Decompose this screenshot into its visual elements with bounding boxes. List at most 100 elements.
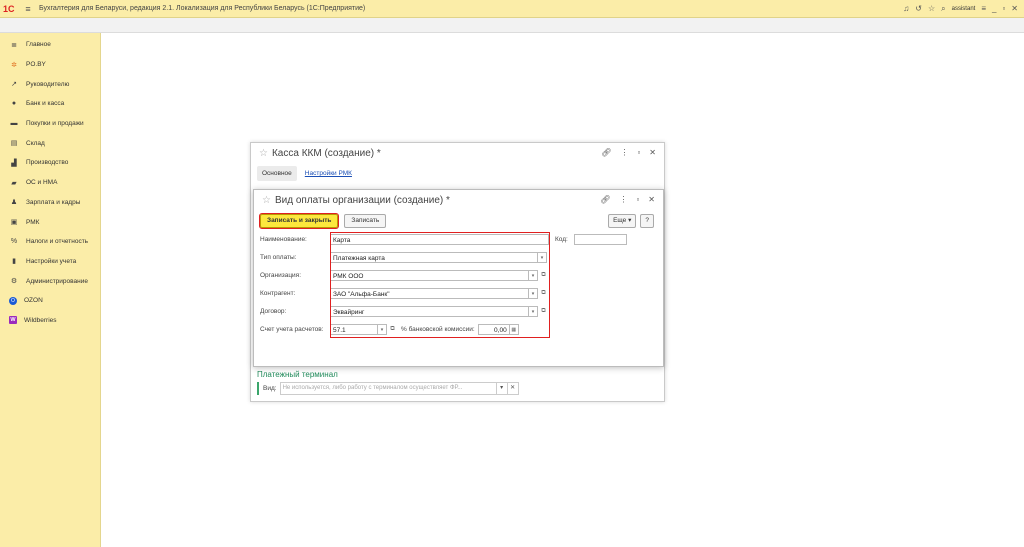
section-title: Платежный терминал — [257, 370, 338, 379]
user-name[interactable]: assistant — [952, 6, 976, 12]
window-header: ☆ Вид оплаты организации (создание) * — [262, 195, 450, 206]
field-label: Организация: — [260, 272, 302, 279]
dropdown-icon[interactable]: ▾ — [538, 252, 547, 263]
calculator-icon[interactable]: ▦ — [509, 324, 519, 335]
more-label: Еще — [613, 217, 627, 224]
title-bar: 1С ≡ Бухгалтерия для Беларуси, редакция … — [0, 0, 1024, 18]
restore-icon[interactable]: ▫ — [1002, 4, 1005, 13]
more-vertical-icon[interactable]: ⋮ — [619, 195, 627, 204]
warehouse-icon: ▤ — [10, 140, 18, 148]
contract-input[interactable]: Эквайринг — [330, 306, 529, 317]
close-icon[interactable]: ✕ — [648, 195, 655, 204]
sidebar-item-label: Покупки и продажи — [26, 120, 84, 128]
link-icon[interactable]: 🔗︎ — [600, 195, 610, 204]
minimize-icon[interactable]: _ — [992, 4, 996, 13]
dropdown-icon[interactable]: ▾ — [529, 288, 538, 299]
sidebar-item-production[interactable]: ▟ Производство — [0, 153, 100, 173]
toolbar-right: Еще ▾ ? — [608, 214, 654, 228]
name-input[interactable]: Карта — [330, 234, 549, 245]
sun-icon: ✲ — [11, 61, 17, 69]
help-button[interactable]: ? — [640, 214, 654, 228]
field-label: Код: — [555, 236, 568, 243]
sidebar-item-label: PO.BY — [26, 61, 46, 69]
sidebar-item-label: Настройки учета — [26, 257, 77, 265]
more-vertical-icon[interactable]: ⋮ — [620, 148, 628, 157]
account-row: Счет учета расчетов: 57.1 ▾ ⧉ % банковск… — [260, 324, 519, 335]
more-button[interactable]: Еще ▾ — [608, 214, 637, 228]
tab-main[interactable]: Основное — [257, 166, 297, 181]
sidebar-item-bank[interactable]: ● Банк и касса — [0, 94, 100, 114]
tabs-strip — [0, 18, 1024, 33]
sidebar-item-wildberries[interactable]: W Wildberries — [0, 311, 100, 331]
terminal-type-input[interactable]: Не используется, либо работу с терминало… — [279, 382, 497, 395]
sidebar-item-warehouse[interactable]: ▤ Склад — [0, 133, 100, 153]
field-label: Вид: — [263, 385, 277, 392]
sidebar-item-ozon[interactable]: O OZON — [0, 291, 100, 311]
contractor-row: Контрагент: ЗАО "Альфа-Банк" ▾ ⧉ — [260, 288, 548, 299]
field-label: Договор: — [260, 308, 287, 315]
sidebar-item-poby[interactable]: ✲ PO.BY — [0, 55, 100, 75]
wildberries-icon: W — [9, 316, 17, 325]
bell-icon[interactable]: ♫ — [903, 4, 909, 13]
organization-input[interactable]: РМК ООО — [330, 270, 529, 281]
code-input[interactable] — [573, 234, 627, 245]
book-icon: ▮ — [12, 258, 16, 266]
ozon-icon: O — [9, 296, 17, 305]
sidebar-item-label: OZON — [24, 297, 43, 305]
sidebar-item-rmk[interactable]: ▣ РМК — [0, 212, 100, 232]
field-label: Наименование: — [260, 236, 307, 243]
contract-row: Договор: Эквайринг ▾ ⧉ — [260, 306, 548, 317]
tab-rmk-settings[interactable]: Настройки РМК — [305, 170, 352, 177]
open-link-icon[interactable]: ⧉ — [388, 324, 397, 335]
sidebar-item-salary[interactable]: ♟ Зарплата и кадры — [0, 193, 100, 213]
maximize-icon[interactable]: ▫ — [637, 148, 640, 157]
dropdown-icon[interactable]: ▾ — [496, 382, 508, 395]
payment-type-input[interactable]: Платежная карта — [330, 252, 538, 263]
factory-icon: ▟ — [11, 159, 17, 167]
menu-icon[interactable]: ≡ — [21, 4, 35, 14]
cart-icon: ▬ — [10, 120, 18, 128]
payment-type-row: Тип оплаты: Платежная карта ▾ — [260, 252, 547, 263]
save-and-close-button[interactable]: Записать и закрыть — [258, 213, 340, 229]
link-icon[interactable]: 🔗︎ — [601, 148, 611, 157]
sidebar-item-admin[interactable]: ⚙ Администрирование — [0, 271, 100, 291]
sidebar-item-accounting-settings[interactable]: ▮ Настройки учета — [0, 252, 100, 272]
percent-icon: % — [10, 238, 18, 246]
save-button[interactable]: Записать — [344, 214, 387, 228]
history-icon[interactable]: ↺ — [915, 4, 922, 13]
favorite-star-icon[interactable]: ☆ — [259, 148, 268, 159]
open-link-icon[interactable]: ⧉ — [539, 270, 548, 281]
open-link-icon[interactable]: ⧉ — [539, 306, 548, 317]
dropdown-icon[interactable]: ▾ — [378, 324, 387, 335]
toolbar: Записать и закрыть Записать — [258, 213, 387, 229]
window-controls: 🔗︎ ⋮ ▫ ✕ — [601, 148, 656, 157]
field-label: Контрагент: — [260, 290, 296, 297]
contractor-input[interactable]: ЗАО "Альфа-Банк" — [330, 288, 529, 299]
terminal-type-row: Вид: Не используется, либо работу с терм… — [257, 382, 519, 395]
sidebar-item-assets[interactable]: ▰ ОС и НМА — [0, 173, 100, 193]
sidebar-item-purchases[interactable]: ▬ Покупки и продажи — [0, 114, 100, 134]
settings-menu-icon[interactable]: ≡ — [981, 4, 986, 13]
close-icon[interactable]: ✕ — [649, 148, 656, 157]
organization-row: Организация: РМК ООО ▾ ⧉ — [260, 270, 548, 281]
maximize-icon[interactable]: ▫ — [636, 195, 639, 204]
sidebar-item-main[interactable]: ≣ Главное — [0, 35, 100, 55]
dropdown-icon[interactable]: ▾ — [529, 306, 538, 317]
sidebar-item-director[interactable]: ↗ Руководителю — [0, 74, 100, 94]
field-label: Счет учета расчетов: — [260, 326, 324, 333]
highlight-frame — [330, 232, 550, 338]
open-link-icon[interactable]: ⧉ — [539, 288, 548, 299]
commission-input[interactable]: 0,00 — [477, 324, 510, 335]
favorite-star-icon[interactable]: ☆ — [262, 195, 271, 206]
sidebar-item-label: РМК — [26, 218, 40, 226]
title-bar-controls: ♫ ↺ ☆ ⌕ assistant ≡ _ ▫ ✕ — [903, 0, 1018, 17]
close-icon[interactable]: ✕ — [1011, 4, 1018, 13]
sidebar-item-taxes[interactable]: % Налоги и отчетность — [0, 232, 100, 252]
star-icon[interactable]: ☆ — [928, 4, 935, 13]
clear-icon[interactable]: ✕ — [507, 382, 519, 395]
search-icon[interactable]: ⌕ — [941, 4, 945, 14]
gear-icon: ⚙ — [10, 278, 18, 286]
sidebar-item-label: Склад — [26, 139, 45, 147]
account-input[interactable]: 57.1 — [330, 324, 378, 335]
dropdown-icon[interactable]: ▾ — [529, 270, 538, 281]
